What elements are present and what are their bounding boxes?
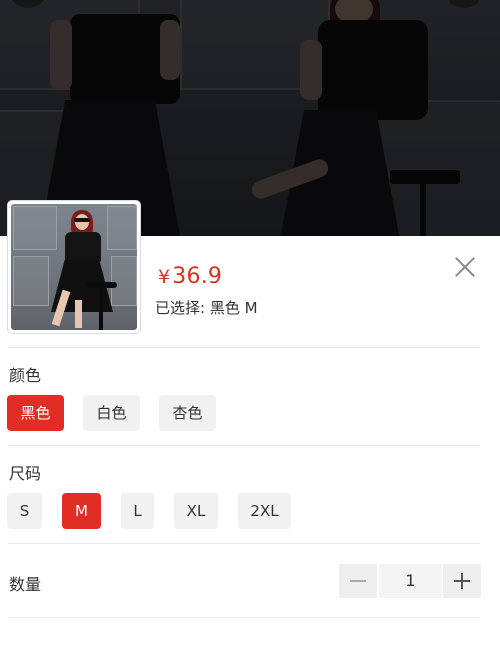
plus-icon[interactable] (443, 564, 481, 598)
color-option-black[interactable]: 黑色 (7, 395, 64, 431)
close-icon[interactable] (452, 254, 478, 280)
divider (8, 543, 480, 544)
selected-summary: 已选择: 黑色 M (155, 299, 258, 317)
price-value: 36.9 (172, 264, 223, 289)
size-option-2xl[interactable]: 2XL (238, 493, 291, 529)
divider (8, 617, 480, 618)
divider (8, 445, 480, 446)
product-price: ¥36.9 (158, 264, 222, 289)
minus-icon[interactable] (339, 564, 377, 598)
product-thumbnail (7, 200, 141, 334)
divider (8, 347, 480, 348)
color-option-apricot[interactable]: 杏色 (159, 395, 216, 431)
quantity-label: 数量 (9, 575, 42, 594)
currency-symbol: ¥ (158, 266, 171, 288)
size-label: 尺码 (9, 464, 42, 483)
color-label: 颜色 (9, 366, 42, 385)
size-option-s[interactable]: S (7, 493, 42, 529)
quantity-input[interactable] (379, 564, 442, 598)
size-option-m[interactable]: M (62, 493, 101, 529)
size-option-xl[interactable]: XL (174, 493, 218, 529)
color-option-white[interactable]: 白色 (83, 395, 140, 431)
size-option-l[interactable]: L (121, 493, 154, 529)
